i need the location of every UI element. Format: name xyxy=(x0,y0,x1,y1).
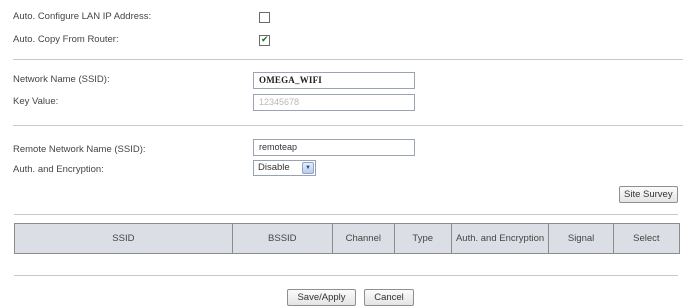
auth-encryption-select[interactable]: Disable ▼ xyxy=(253,160,316,176)
network-ssid-label: Network Name (SSID): xyxy=(13,74,110,85)
table-header-row: SSID BSSID Channel Type Auth. and Encryp… xyxy=(14,223,681,254)
site-survey-button[interactable]: Site Survey xyxy=(619,186,678,203)
column-header-select: Select xyxy=(612,223,681,254)
column-header-type: Type xyxy=(393,223,452,254)
remote-ssid-input[interactable]: remoteap xyxy=(253,139,415,156)
section-divider xyxy=(14,275,678,276)
dropdown-arrow-icon[interactable]: ▼ xyxy=(302,162,314,174)
auto-configure-lan-label: Auto. Configure LAN IP Address: xyxy=(13,11,152,22)
remote-ssid-label: Remote Network Name (SSID): xyxy=(13,144,146,155)
auth-encryption-label: Auth. and Encryption: xyxy=(13,164,104,175)
auto-copy-router-label: Auto. Copy From Router: xyxy=(13,34,119,45)
column-header-signal: Signal xyxy=(548,223,614,254)
column-header-auth-encryption: Auth. and Encryption xyxy=(450,223,550,254)
checkmark-icon: ✔ xyxy=(261,34,269,44)
section-divider xyxy=(14,214,678,215)
auth-encryption-value: Disable xyxy=(258,162,290,173)
network-ssid-input[interactable]: OMEGA_WIFI xyxy=(253,72,415,89)
section-divider xyxy=(13,125,683,126)
save-apply-button[interactable]: Save/Apply xyxy=(287,289,356,306)
section-divider xyxy=(13,59,683,60)
key-value-label: Key Value: xyxy=(13,96,59,107)
auto-configure-lan-checkbox[interactable] xyxy=(259,12,270,23)
site-survey-table: SSID BSSID Channel Type Auth. and Encryp… xyxy=(14,223,681,254)
column-header-bssid: BSSID xyxy=(231,223,333,254)
cancel-button[interactable]: Cancel xyxy=(364,289,414,306)
column-header-ssid: SSID xyxy=(14,223,233,254)
column-header-channel: Channel xyxy=(331,223,395,254)
auto-copy-router-checkbox[interactable]: ✔ xyxy=(259,34,270,46)
key-value-input[interactable]: 12345678 xyxy=(253,94,415,111)
